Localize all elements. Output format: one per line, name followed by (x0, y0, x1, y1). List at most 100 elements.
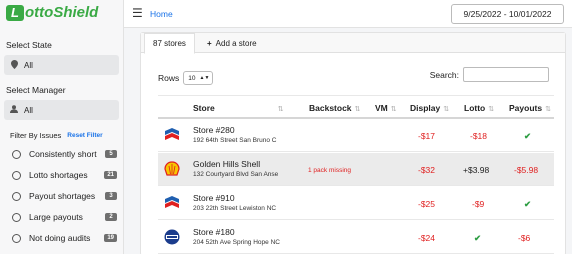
filter-item-label: Large payouts (29, 212, 83, 222)
store-name[interactable]: Store #280 (193, 125, 235, 135)
store-address: 204 52th Ave Spring Hope NC (193, 239, 280, 246)
check-icon: ✔ (474, 233, 482, 243)
col-store[interactable]: Store ⇅ (193, 103, 284, 113)
filter-payout-shortages[interactable]: Payout shortages 3 (12, 189, 117, 203)
store-address: 203 22th Street Lewiston NC (193, 205, 277, 212)
filter-lotto-shortages[interactable]: Lotto shortages 21 (12, 168, 117, 182)
filter-consistently-short[interactable]: Consistently short 5 (12, 147, 117, 161)
radio-button[interactable] (12, 170, 21, 180)
breadcrumb-home-link[interactable]: Home (150, 9, 173, 19)
manager-select-value: All (24, 105, 33, 115)
sort-icon: ⇅ (443, 106, 450, 113)
col-display-label: Display (410, 103, 441, 113)
sort-icon: ⇅ (390, 106, 397, 113)
check-icon: ✔ (524, 199, 532, 209)
filter-item-label: Not doing audits (29, 233, 91, 243)
store-address: 192 64th Street San Bruno C (193, 137, 277, 144)
manager-select[interactable]: All (4, 100, 119, 120)
select-state-label: Select State (6, 40, 52, 50)
rows-control: Rows 10 ▲▼ (158, 71, 214, 85)
col-backstock[interactable]: Backstock ⇅ (309, 103, 360, 113)
state-select[interactable]: All (4, 55, 119, 75)
search-input[interactable] (463, 67, 549, 82)
filter-header: Filter By Issues Reset Filter (10, 131, 103, 140)
plus-icon: + (207, 38, 212, 48)
map-pin-icon (10, 59, 18, 71)
store-address: 132 Courtyard Blvd San Anse (193, 171, 279, 178)
rows-select-value: 10 (188, 74, 196, 82)
tab-add-store[interactable]: + Add a store (199, 33, 265, 53)
col-payouts[interactable]: Payouts ⇅ (509, 103, 551, 113)
filter-item-label: Consistently short (29, 149, 97, 159)
date-range-picker[interactable]: 9/25/2022 - 10/01/2022 (451, 4, 564, 24)
filter-item-label: Payout shortages (29, 191, 96, 201)
sort-icon: ⇅ (545, 106, 551, 113)
radio-button[interactable] (12, 149, 21, 159)
check-icon: ✔ (524, 131, 532, 141)
radio-button[interactable] (12, 233, 21, 243)
top-bar: ☰ Home 9/25/2022 - 10/01/2022 (124, 0, 572, 28)
logo-text: ottoShield (25, 4, 99, 21)
col-lotto-label: Lotto (464, 103, 486, 113)
col-display[interactable]: Display ⇅ (410, 103, 449, 113)
rows-select[interactable]: 10 ▲▼ (183, 71, 214, 85)
filter-count-badge: 19 (104, 234, 117, 242)
state-select-value: All (24, 60, 33, 70)
sort-icon: ⇅ (354, 106, 361, 113)
filter-count-badge: 2 (105, 213, 117, 221)
filter-not-doing-audits[interactable]: Not doing audits 19 (12, 231, 117, 245)
search-label: Search: (429, 69, 459, 80)
display-value: -$17 (418, 131, 436, 141)
table-row[interactable]: Store #180 204 52th Ave Spring Hope NC -… (158, 221, 554, 254)
select-manager-label: Select Manager (6, 85, 66, 95)
filter-count-badge: 21 (104, 171, 117, 179)
lottoshield-logo[interactable]: L ottoShield (6, 4, 98, 22)
add-store-label: Add a store (215, 38, 257, 48)
hamburger-menu-icon[interactable]: ☰ (132, 6, 143, 20)
user-icon (10, 105, 18, 115)
payouts-value: -$5.98 (514, 165, 539, 175)
radio-button[interactable] (12, 191, 21, 201)
reset-filter-link[interactable]: Reset Filter (67, 131, 102, 140)
col-backstock-label: Backstock (309, 103, 352, 113)
col-payouts-label: Payouts (509, 103, 543, 113)
lotto-value: -$18 (470, 131, 488, 141)
chevron-logo-icon (164, 195, 180, 211)
search-control: Search: (430, 67, 549, 82)
tab-bar: 87 stores + Add a store (141, 33, 565, 54)
filter-large-payouts[interactable]: Large payouts 2 (12, 210, 117, 224)
store-name[interactable]: Golden Hills Shell (193, 159, 260, 169)
table-row[interactable]: Golden Hills Shell 132 Courtyard Blvd Sa… (158, 153, 554, 186)
table-row[interactable]: Store #280 192 64th Street San Bruno C -… (158, 119, 554, 152)
app-root: L ottoShield Select State All Select Man… (0, 0, 572, 254)
lotto-value: +$3.98 (463, 165, 490, 175)
col-store-label: Store (193, 103, 215, 113)
filter-count-badge: 3 (105, 192, 117, 200)
lotto-value: -$9 (472, 199, 485, 209)
sort-icon: ⇅ (277, 106, 284, 113)
backstock-value: 1 pack missing (308, 167, 351, 174)
sort-icon: ⇅ (488, 106, 495, 113)
filter-item-label: Lotto shortages (29, 170, 88, 180)
display-value: -$24 (418, 233, 436, 243)
radio-button[interactable] (12, 212, 21, 222)
display-value: -$25 (418, 199, 436, 209)
logo-badge: L (6, 5, 24, 21)
store-name[interactable]: Store #910 (193, 193, 235, 203)
filter-label: Filter By Issues (10, 131, 62, 140)
store-name[interactable]: Store #180 (193, 227, 235, 237)
sidebar: L ottoShield Select State All Select Man… (0, 0, 124, 254)
col-vm[interactable]: VM ⇅ (375, 103, 397, 113)
display-value: -$32 (418, 165, 436, 175)
filter-count-badge: 5 (105, 150, 117, 158)
shell-logo-icon (164, 161, 180, 177)
chevron-updown-icon: ▲▼ (199, 75, 210, 81)
payouts-value: -$6 (518, 233, 531, 243)
col-vm-label: VM (375, 103, 388, 113)
sunoco-logo-icon (164, 229, 180, 245)
col-lotto[interactable]: Lotto ⇅ (464, 103, 494, 113)
tab-stores[interactable]: 87 stores (144, 33, 195, 54)
chevron-logo-icon (164, 127, 180, 143)
rows-label: Rows (158, 73, 180, 83)
table-row[interactable]: Store #910 203 22th Street Lewiston NC -… (158, 187, 554, 220)
